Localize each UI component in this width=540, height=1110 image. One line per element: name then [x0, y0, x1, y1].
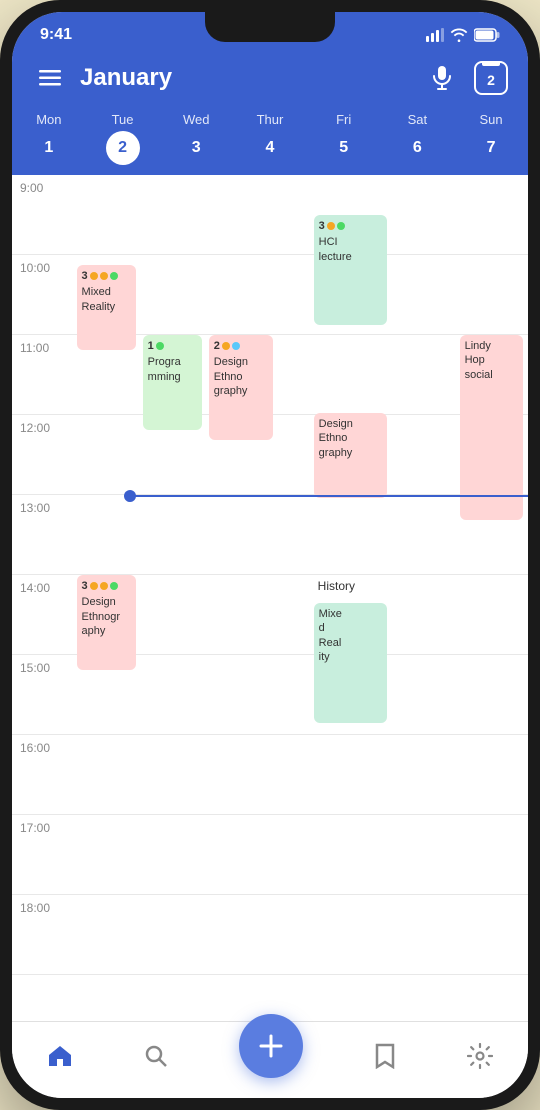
day-name-wed: Wed: [183, 112, 210, 127]
time-label-12: 12:00: [12, 415, 72, 494]
event-mixed-reality-mon[interactable]: 3 MixedReality: [77, 265, 136, 350]
calendar-button[interactable]: 2: [474, 61, 508, 95]
nav-bookmarks[interactable]: [374, 1043, 396, 1069]
event-programming[interactable]: 1 Programming: [143, 335, 202, 430]
time-label-11: 11:00: [12, 335, 72, 414]
time-row-17: 17:00: [12, 815, 528, 895]
week-bar: Mon 1 Tue 2 Wed 3 Thur 4 Fri 5 Sat 6: [12, 108, 528, 175]
day-num-mon: 1: [32, 131, 66, 165]
day-num-sun: 7: [474, 131, 508, 165]
day-name-sun: Sun: [479, 112, 502, 127]
time-label-14: 14:00: [12, 575, 72, 654]
header-icons: 2: [424, 60, 508, 96]
time-row-18: 18:00: [12, 895, 528, 975]
time-label-17: 17:00: [12, 815, 72, 894]
header-left: January: [32, 60, 172, 96]
time-content-17: [72, 815, 528, 894]
nav-search[interactable]: [144, 1044, 168, 1068]
day-name-sat: Sat: [408, 112, 428, 127]
time-label-13: 13:00: [12, 495, 72, 574]
time-label-16: 16:00: [12, 735, 72, 814]
day-sat[interactable]: Sat 6: [400, 112, 434, 165]
bottom-nav: [12, 1021, 528, 1098]
mic-button[interactable]: [424, 60, 460, 96]
nav-home[interactable]: [47, 1044, 73, 1068]
event-design-ethnog-fri[interactable]: DesignEthnography: [314, 413, 387, 498]
day-num-sat: 6: [400, 131, 434, 165]
phone-frame: 9:41: [0, 0, 540, 1110]
time-content-14: [72, 575, 528, 654]
battery-icon: [474, 28, 500, 42]
time-row-13: 13:00: [12, 495, 528, 575]
nav-settings[interactable]: [467, 1043, 493, 1069]
day-thu[interactable]: Thur 4: [253, 112, 287, 165]
event-design-ethnog-mon[interactable]: 3 DesignEthnography: [77, 575, 136, 670]
event-design-ethnog-wed[interactable]: 2 DesignEthnography: [209, 335, 273, 440]
day-name-tue: Tue: [112, 112, 134, 127]
menu-button[interactable]: [32, 60, 68, 96]
app-header: January 2: [12, 52, 528, 108]
time-content-18: [72, 895, 528, 974]
day-name-fri: Fri: [336, 112, 351, 127]
event-mixed-reality-fri[interactable]: MixedReality: [314, 603, 387, 723]
phone-screen: 9:41: [12, 12, 528, 1098]
day-num-fri: 5: [327, 131, 361, 165]
time-content-15: [72, 655, 528, 734]
calendar-body[interactable]: 9:00 10:00 11:00 12:00 13:00: [12, 175, 528, 1021]
time-label-15: 15:00: [12, 655, 72, 734]
day-name-mon: Mon: [36, 112, 61, 127]
signal-icon: [426, 28, 444, 42]
time-label-18: 18:00: [12, 895, 72, 974]
month-title: January: [80, 64, 172, 92]
time-row-9: 9:00: [12, 175, 528, 255]
day-mon[interactable]: Mon 1: [32, 112, 66, 165]
event-hci-lecture[interactable]: 3 HCIlecture: [314, 215, 387, 325]
day-name-thu: Thur: [257, 112, 284, 127]
day-num-wed: 3: [179, 131, 213, 165]
time-label-10: 10:00: [12, 255, 72, 334]
time-row-16: 16:00: [12, 735, 528, 815]
day-sun[interactable]: Sun 7: [474, 112, 508, 165]
time-label-9: 9:00: [12, 175, 72, 254]
time-content-10: [72, 255, 528, 334]
wifi-icon: [450, 28, 468, 42]
add-event-button[interactable]: [239, 1014, 303, 1078]
day-num-tue: 2: [106, 131, 140, 165]
status-icons: [426, 28, 500, 42]
day-tue[interactable]: Tue 2: [106, 112, 140, 165]
event-lindy-hop[interactable]: LindyHopsocial: [460, 335, 524, 520]
day-num-thu: 4: [253, 131, 287, 165]
calendar-day-num: 2: [487, 72, 495, 88]
time-content-9: [72, 175, 528, 254]
status-time: 9:41: [40, 26, 72, 44]
time-content-16: [72, 735, 528, 814]
notch: [205, 12, 335, 42]
day-wed[interactable]: Wed 3: [179, 112, 213, 165]
day-fri[interactable]: Fri 5: [327, 112, 361, 165]
event-history[interactable]: History: [314, 575, 387, 603]
